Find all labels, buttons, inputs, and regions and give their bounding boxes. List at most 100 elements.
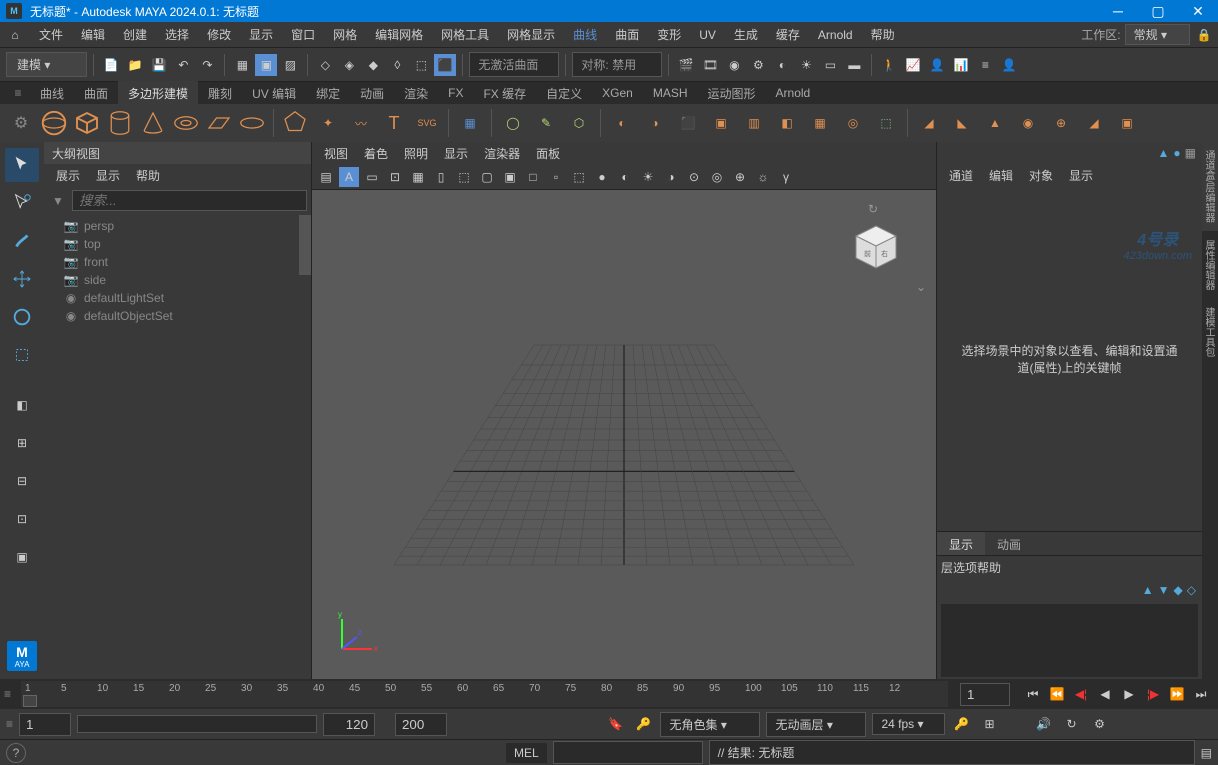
shelf-tab-arnold[interactable]: Arnold bbox=[766, 82, 821, 104]
vp-xray-joints-icon[interactable]: ⊕ bbox=[730, 167, 750, 187]
layer-new-empty-icon[interactable]: ◆ bbox=[1174, 583, 1183, 597]
menu-cache[interactable]: 缓存 bbox=[767, 26, 809, 43]
vp-menu-lighting[interactable]: 照明 bbox=[396, 145, 436, 162]
select-mode3-icon[interactable]: ▨ bbox=[279, 54, 301, 76]
menu-windows[interactable]: 窗口 bbox=[282, 26, 324, 43]
extrude-icon[interactable]: ▣ bbox=[706, 108, 736, 138]
viewport-3d[interactable]: y x z 前 右 ↻ ⌄ bbox=[312, 190, 936, 679]
separate-icon[interactable]: ◑ bbox=[640, 108, 670, 138]
vp-menu-shading[interactable]: 着色 bbox=[356, 145, 396, 162]
outliner-menu-help[interactable]: 帮助 bbox=[128, 167, 168, 184]
poly-torus-icon[interactable] bbox=[171, 108, 201, 138]
vp-menu-show[interactable]: 显示 bbox=[436, 145, 476, 162]
shelf-tab-xgen[interactable]: XGen bbox=[592, 82, 643, 104]
menu-meshdisplay[interactable]: 网格显示 bbox=[498, 26, 564, 43]
channel-icon1[interactable]: ▲ bbox=[1158, 146, 1170, 160]
snap-point-icon[interactable]: ◆ bbox=[362, 54, 384, 76]
platonic-icon[interactable] bbox=[280, 108, 310, 138]
vp-wireframe-icon[interactable]: ⬚ bbox=[569, 167, 589, 187]
fps-selector[interactable]: 24 fps ▾ bbox=[872, 713, 944, 735]
shelf-tab-surfaces[interactable]: 曲面 bbox=[74, 81, 118, 106]
layer-menu-options[interactable]: 选项 bbox=[953, 559, 977, 576]
pref-icon[interactable]: ⊞ bbox=[979, 713, 1001, 735]
play-fwd-icon[interactable]: ▶ bbox=[1118, 683, 1140, 705]
menu-modify[interactable]: 修改 bbox=[198, 26, 240, 43]
vp-safe-action-icon[interactable]: □ bbox=[523, 167, 543, 187]
boolean-icon[interactable]: ⬛ bbox=[673, 108, 703, 138]
maya-logo-icon[interactable]: MAYA bbox=[7, 641, 37, 671]
time-handle-icon[interactable]: ≡ bbox=[0, 687, 15, 701]
shelf-tab-fx[interactable]: FX bbox=[438, 82, 473, 104]
combine-icon[interactable]: ◐ bbox=[607, 108, 637, 138]
menu-arnold[interactable]: Arnold bbox=[809, 28, 862, 42]
help-icon[interactable]: ? bbox=[6, 743, 26, 763]
menu-file[interactable]: 文件 bbox=[30, 26, 72, 43]
lock-icon[interactable]: 🔒 bbox=[1194, 28, 1214, 42]
vp-field-chart-icon[interactable]: ▣ bbox=[500, 167, 520, 187]
select-tool[interactable] bbox=[5, 148, 39, 182]
outliner-scrollbar[interactable] bbox=[299, 215, 311, 275]
animlayer-selector[interactable]: 无动画层 ▾ bbox=[766, 712, 866, 737]
undo-icon[interactable]: ↶ bbox=[172, 54, 194, 76]
shelf-tab-curves[interactable]: 曲线 bbox=[30, 81, 74, 106]
autokey-icon[interactable]: 🔑 bbox=[951, 713, 973, 735]
time-slider[interactable]: ≡ 15101520253035404550556065707580859095… bbox=[0, 679, 1218, 709]
shelf-tab-sculpt[interactable]: 雕刻 bbox=[198, 81, 242, 106]
menu-help[interactable]: 帮助 bbox=[862, 26, 904, 43]
bevel-icon[interactable]: ◧ bbox=[772, 108, 802, 138]
poly-cube-icon[interactable] bbox=[72, 108, 102, 138]
side-tab-attreditor[interactable]: 属性编辑器 bbox=[1202, 232, 1218, 298]
menu-uv[interactable]: UV bbox=[690, 28, 725, 42]
minimize-button[interactable]: ─ bbox=[1098, 0, 1138, 22]
poly-sphere-icon[interactable] bbox=[39, 108, 69, 138]
snap-live-icon[interactable]: ⬛ bbox=[434, 54, 456, 76]
channel-icon3[interactable]: ▦ bbox=[1185, 146, 1196, 160]
time-ruler[interactable]: 1510152025303540455055606570758085909510… bbox=[21, 681, 948, 707]
symmetry-field[interactable]: 对称: 禁用 bbox=[572, 52, 662, 77]
layout4-icon[interactable]: ▣ bbox=[5, 540, 39, 574]
vp-gamma-icon[interactable]: γ bbox=[776, 167, 796, 187]
rotate-tool[interactable] bbox=[5, 300, 39, 334]
menu-deform[interactable]: 变形 bbox=[648, 26, 690, 43]
vp-bookmark-icon[interactable]: A bbox=[339, 167, 359, 187]
poly-cone-icon[interactable] bbox=[138, 108, 168, 138]
side-tab-modeltoolkit[interactable]: 建模工具包 bbox=[1202, 299, 1218, 365]
quadrangulate-icon[interactable]: ▣ bbox=[1112, 108, 1142, 138]
layer-list[interactable] bbox=[941, 604, 1198, 677]
playback-icon[interactable]: 📊 bbox=[950, 54, 972, 76]
superellipse-icon[interactable]: ✦ bbox=[313, 108, 343, 138]
vp-image-plane-icon[interactable]: ▭ bbox=[362, 167, 382, 187]
svg-icon[interactable]: SVG bbox=[412, 108, 442, 138]
mirror-icon[interactable]: ▲ bbox=[980, 108, 1010, 138]
account-icon[interactable]: 👤 bbox=[998, 54, 1020, 76]
shelf-gear-icon[interactable]: ⚙ bbox=[6, 108, 36, 138]
vp-menu-view[interactable]: 视图 bbox=[316, 145, 356, 162]
side-tab-channelbox[interactable]: 通道盒/层编辑器 bbox=[1202, 142, 1218, 231]
workspace-selector[interactable]: 常规 ▾ bbox=[1125, 24, 1190, 45]
smooth-icon[interactable]: ◢ bbox=[914, 108, 944, 138]
render-frame-icon[interactable]: 🎞 bbox=[699, 54, 721, 76]
script-editor-icon[interactable]: ▤ bbox=[1201, 746, 1212, 760]
multicut-icon[interactable]: ▦ bbox=[805, 108, 835, 138]
shelf-handle-icon[interactable]: ≡ bbox=[6, 83, 30, 103]
command-input[interactable] bbox=[553, 741, 703, 764]
new-scene-icon[interactable]: 📄 bbox=[100, 54, 122, 76]
current-frame-field[interactable] bbox=[960, 683, 1010, 706]
snap-curve-icon[interactable]: ◈ bbox=[338, 54, 360, 76]
shelf-tab-render[interactable]: 渲染 bbox=[394, 81, 438, 106]
layer-menu-help[interactable]: 帮助 bbox=[977, 559, 1001, 576]
range-slider[interactable] bbox=[77, 715, 317, 733]
triangulate-icon[interactable]: ◢ bbox=[1079, 108, 1109, 138]
render-view-icon[interactable]: 🎬 bbox=[675, 54, 697, 76]
poly-cylinder-icon[interactable] bbox=[105, 108, 135, 138]
panel-layout2-icon[interactable]: ▬ bbox=[843, 54, 865, 76]
key-icon[interactable]: 🔑 bbox=[632, 713, 654, 735]
select-mode2-icon[interactable]: ▣ bbox=[255, 54, 277, 76]
channel-menu-object[interactable]: 对象 bbox=[1021, 167, 1061, 184]
shelf-tab-motiongfx[interactable]: 运动图形 bbox=[698, 81, 766, 106]
layout1-icon[interactable]: ⊞ bbox=[5, 426, 39, 460]
audio-icon[interactable]: 🔊 bbox=[1033, 713, 1055, 735]
vp-lights-icon[interactable]: ☀ bbox=[638, 167, 658, 187]
layer-move-up-icon[interactable]: ▲ bbox=[1142, 583, 1154, 597]
quad-draw-icon[interactable]: ✎ bbox=[531, 108, 561, 138]
